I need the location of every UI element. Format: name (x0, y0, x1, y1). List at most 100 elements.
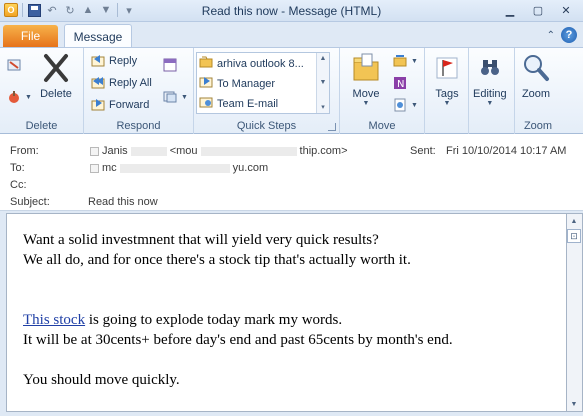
message-line: You should move quickly. (23, 372, 180, 388)
chevron-down-icon: ▼ (181, 93, 188, 101)
help-icon[interactable]: ? (561, 27, 577, 43)
from-label: From: (10, 145, 39, 157)
editing-label: Editing (473, 88, 507, 100)
cleanup-icon (6, 89, 22, 105)
actions-icon (392, 97, 408, 113)
zoom-page-icon[interactable]: ⊡ (567, 229, 581, 243)
tab-message[interactable]: Message (64, 24, 132, 48)
delete-group: ▼ Delete Delete (0, 48, 84, 134)
svg-text:N: N (397, 79, 404, 90)
quick-steps-group: arhiva outlook 8... To Manager Team E-ma… (194, 48, 340, 134)
message-line: It will be at 30cents+ before day's end … (23, 332, 453, 348)
close-icon[interactable]: ✕ (553, 2, 579, 18)
reply-all-button[interactable]: Reply All (90, 74, 152, 92)
forward-label: Forward (109, 99, 150, 111)
presence-icon (90, 146, 99, 156)
subject-value: Read this now (88, 196, 158, 208)
zoom-label: Zoom (521, 88, 551, 100)
quick-steps-gallery: arhiva outlook 8... To Manager Team E-ma… (196, 52, 330, 114)
chevron-up-icon[interactable]: ▲ (320, 55, 327, 62)
sent-value: Fri 10/10/2014 10:17 AM (446, 145, 567, 157)
reply-button[interactable]: Reply (90, 52, 137, 70)
chevron-down-icon: ▼ (411, 57, 418, 65)
tags-button[interactable]: Tags ▼ (431, 52, 463, 107)
ribbon-tabs: File Message ⌃ ? (0, 22, 583, 48)
delete-group-label: Delete (25, 120, 58, 132)
ignore-icon (6, 57, 22, 73)
quick-step-label: arhiva outlook 8... (217, 57, 304, 70)
team-email-icon (199, 95, 213, 112)
rules-icon (392, 53, 408, 69)
move-label: Move (352, 88, 380, 100)
zoom-group: Zoom Zoom (515, 48, 561, 134)
meeting-button[interactable] (162, 56, 178, 74)
tags-group: Tags ▼ (425, 48, 469, 134)
delete-button[interactable]: Delete (40, 52, 72, 100)
forward-icon (90, 97, 106, 113)
chevron-down-icon[interactable]: ▼ (320, 79, 327, 86)
title-bar: O ↶ ↻ ▲ ▼ ▾ Read this now - Message (HTM… (0, 0, 583, 22)
editing-button[interactable]: Editing ▼ (473, 52, 507, 107)
binoculars-icon (474, 52, 506, 84)
reply-label: Reply (109, 55, 138, 67)
actions-button[interactable]: ▼ (392, 96, 418, 114)
ribbon: ▼ Delete Delete Reply Reply All Forward … (0, 47, 583, 134)
onenote-button[interactable]: N (392, 74, 408, 92)
redacted-text (119, 163, 230, 173)
chevron-down-icon: ▼ (362, 100, 370, 107)
quick-step-item[interactable]: Team E-mail (199, 94, 278, 113)
quick-step-item[interactable]: arhiva outlook 8... (199, 54, 304, 73)
from-address-end: thip.com> (299, 145, 348, 157)
from-name: Janis (102, 145, 128, 157)
to-value[interactable]: mc yu.com (90, 162, 268, 174)
move-folder-icon (350, 52, 382, 84)
minimize-ribbon-icon[interactable]: ⌃ (547, 30, 555, 41)
forward-arrow-icon (199, 75, 213, 92)
from-value[interactable]: Janis <mou thip.com> (90, 145, 348, 157)
quick-step-item[interactable]: To Manager (199, 74, 275, 93)
to-address-end: yu.com (232, 162, 269, 174)
zoom-button[interactable]: Zoom (520, 52, 552, 100)
chevron-down-icon: ▼ (443, 100, 451, 107)
chevron-down-icon: ▼ (411, 101, 418, 109)
respond-group: Reply Reply All Forward ▼ Respond (84, 48, 194, 134)
redacted-text (200, 146, 297, 156)
cleanup-button[interactable]: ▼ (6, 88, 32, 106)
ignore-button[interactable] (6, 56, 22, 74)
dialog-launcher-icon[interactable] (328, 123, 336, 131)
zoom-group-label: Zoom (523, 120, 553, 132)
minimize-icon[interactable]: ▁ (497, 2, 523, 18)
stock-link[interactable]: This stock (23, 312, 85, 328)
cc-label: Cc: (10, 179, 27, 191)
reply-icon (90, 53, 106, 69)
to-label: To: (10, 162, 25, 174)
message-line-rest: is going to explode today mark my words. (85, 312, 343, 328)
chevron-down-icon: ▼ (25, 93, 32, 101)
sent-label: Sent: (410, 145, 436, 157)
tab-file[interactable]: File (3, 25, 58, 47)
delete-icon (40, 52, 72, 84)
forward-button[interactable]: Forward (90, 96, 149, 114)
from-address-start: <mou (169, 145, 198, 157)
flag-icon (431, 52, 463, 84)
rules-button[interactable]: ▼ (392, 52, 418, 70)
vertical-scrollbar[interactable]: ▲ ⊡ ▼ (567, 213, 583, 412)
meeting-icon (162, 57, 178, 73)
quick-steps-group-label: Quick Steps (236, 120, 297, 132)
scroll-down-icon[interactable]: ▼ (567, 397, 581, 411)
quick-steps-scrollbar[interactable]: ▲ ▼ ▾ (316, 53, 329, 113)
move-button[interactable]: Move ▼ (350, 52, 382, 107)
message-line: This stock is going to explode today mar… (23, 310, 453, 330)
message-body[interactable]: Want a solid investmnent that will yield… (6, 213, 567, 412)
maximize-icon[interactable]: ▢ (525, 2, 551, 18)
scroll-up-icon[interactable]: ▲ (567, 214, 581, 228)
magnifier-icon (520, 52, 552, 84)
more-respond-button[interactable]: ▼ (162, 88, 188, 106)
onenote-icon: N (392, 75, 408, 91)
message-line: We all do, and for once there's a stock … (23, 252, 411, 268)
tags-label: Tags (435, 88, 459, 100)
chevron-down-icon: ▼ (486, 100, 494, 107)
window-controls: ▁ ▢ ✕ (497, 2, 579, 18)
presence-icon (90, 163, 99, 173)
more-icon[interactable]: ▾ (321, 103, 325, 111)
